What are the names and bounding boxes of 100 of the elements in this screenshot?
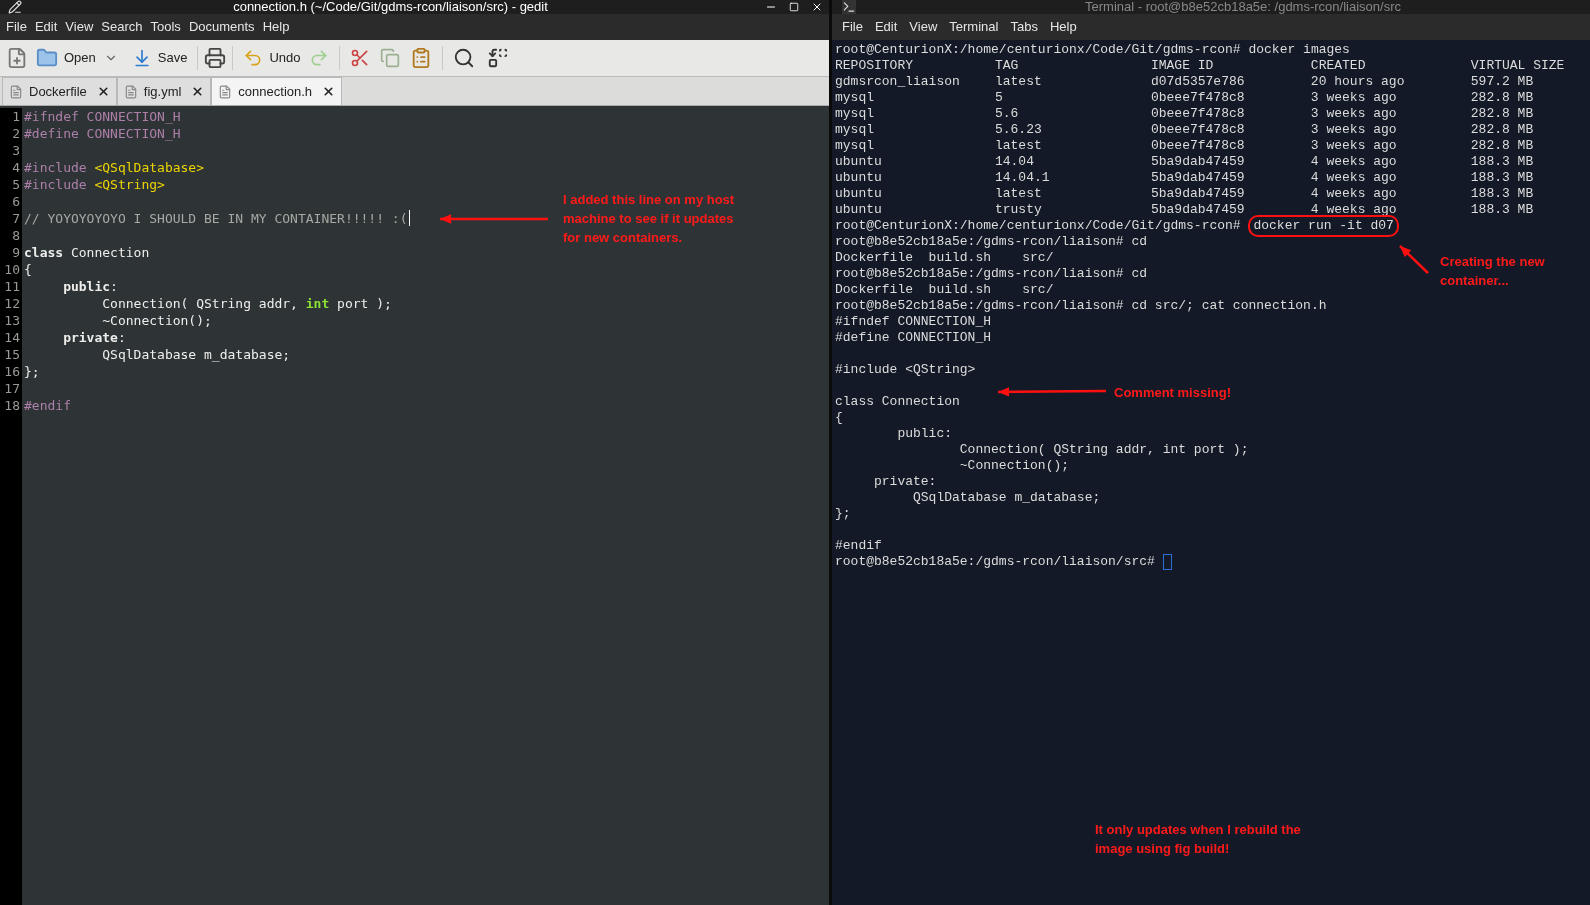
table-cell-text: 5ba9dab47459	[1150, 186, 1246, 202]
table-cell-text: 282.8 MB	[1470, 106, 1535, 122]
code-text: <QString>	[94, 176, 165, 193]
menu-item[interactable]: Help	[258, 17, 294, 37]
line-number: 5	[11, 176, 21, 193]
open-button[interactable]: Open	[32, 43, 100, 73]
menu-item[interactable]: Help	[1043, 17, 1083, 37]
line-number: 18	[3, 397, 21, 414]
code-text: #define CONNECTION_H	[24, 125, 181, 142]
table-cell-text: 0beee7f478c8	[1150, 122, 1246, 138]
column-header: IMAGE ID	[1150, 58, 1215, 74]
menu-item[interactable]: File	[2, 17, 31, 37]
table-cell-text: 14.04	[994, 154, 1035, 170]
table-cell-text: 597.2 MB	[1470, 74, 1535, 90]
folder-icon	[36, 47, 58, 69]
table-cell-text: 3 weeks ago	[1310, 90, 1398, 106]
line-number: 8	[11, 227, 21, 244]
line-number: 11	[3, 278, 21, 295]
undo-button[interactable]: Undo	[239, 43, 305, 73]
code-text: class	[24, 244, 64, 261]
table-cell-text: 3 weeks ago	[1310, 106, 1398, 122]
table-cell-text: 5ba9dab47459	[1150, 202, 1246, 218]
terminal-output: class Connection	[835, 394, 960, 410]
table-cell-text: 0beee7f478c8	[1150, 106, 1246, 122]
table-cell-text: 5.6	[994, 106, 1020, 122]
table-cell-text: mysql	[835, 122, 875, 138]
shell-command: docker run -it d07	[1248, 215, 1399, 237]
print-icon[interactable]	[204, 47, 227, 69]
save-button[interactable]: Save	[127, 43, 192, 73]
search-icon[interactable]	[452, 47, 475, 69]
window-title: Terminal - root@b8e52cb18a5e: /gdms-rcon/liaison/src	[1084, 0, 1402, 14]
document-icon	[123, 84, 138, 99]
shell-prompt: root@b8e52cb18a5e:/gdms-rcon/liaison/src#	[835, 554, 1155, 570]
file-tab[interactable]: Dockerfile	[2, 77, 117, 105]
line-number: 4	[11, 159, 21, 176]
shell-command: cd	[1131, 234, 1148, 250]
new-file-icon[interactable]	[6, 47, 28, 69]
column-header: REPOSITORY	[835, 58, 914, 74]
terminal-output: };	[835, 506, 851, 522]
terminal-output: QSqlDatabase m_database;	[912, 490, 1101, 506]
table-cell-text: 20 hours ago	[1310, 74, 1406, 90]
table-cell-text: mysql	[835, 106, 875, 122]
table-cell-text: 4 weeks ago	[1310, 186, 1398, 202]
table-cell-text: 4 weeks ago	[1310, 154, 1398, 170]
code-text: private	[62, 329, 118, 346]
replace-icon[interactable]	[486, 47, 509, 69]
line-number: 10	[3, 261, 21, 278]
table-cell-text: 0beee7f478c8	[1150, 90, 1246, 106]
cut-icon[interactable]	[349, 48, 370, 68]
file-tab[interactable]: fig.yml	[116, 77, 212, 105]
line-number: 15	[3, 346, 21, 363]
window-title: connection.h (~/Code/Git/gdms-rcon/liaison/src) - gedit	[232, 0, 549, 14]
menu-item[interactable]: File	[836, 17, 869, 37]
table-cell-text: 3 weeks ago	[1310, 122, 1398, 138]
annotation-text: Comment missing!	[1114, 384, 1231, 402]
line-number: 17	[3, 380, 21, 397]
menu-item[interactable]: Edit	[868, 17, 904, 37]
maximize-icon[interactable]	[789, 2, 799, 12]
file-tab[interactable]: connection.h	[211, 77, 343, 105]
terminal-output: Dockerfile build.sh src/	[835, 282, 1054, 298]
shell-prompt: root@b8e52cb18a5e:/gdms-rcon/liaison#	[835, 298, 1124, 314]
table-cell-text: 3 weeks ago	[1310, 138, 1398, 154]
terminal-output: ~Connection();	[958, 458, 1070, 474]
table-cell-text: 5	[994, 90, 1004, 106]
table-cell-text: 188.3 MB	[1470, 154, 1535, 170]
table-cell-text: latest	[994, 74, 1043, 90]
menu-item[interactable]: View	[903, 17, 944, 37]
code-text: public	[62, 278, 111, 295]
menu-item[interactable]: Tools	[146, 17, 185, 37]
table-cell-text: trusty	[994, 202, 1043, 218]
table-cell-text: mysql	[835, 138, 875, 154]
code-text: int	[305, 295, 330, 312]
table-cell-text: 282.8 MB	[1470, 138, 1535, 154]
table-cell-text: 188.3 MB	[1470, 170, 1535, 186]
table-cell-text: mysql	[835, 90, 875, 106]
close-icon[interactable]	[811, 1, 823, 13]
code-text: <QSqlDatabase>	[94, 159, 205, 176]
table-cell-text: 5ba9dab47459	[1150, 170, 1246, 186]
menu-item[interactable]: Edit	[30, 17, 62, 37]
menu-item[interactable]: Documents	[184, 17, 259, 37]
table-cell-text: 4 weeks ago	[1310, 170, 1398, 186]
terminal-output: #endif	[835, 538, 882, 554]
table-cell-text: 282.8 MB	[1470, 90, 1535, 106]
table-cell-text: gdmsrcon_liaison	[835, 74, 961, 90]
menu-item[interactable]: Terminal	[943, 17, 1005, 37]
table-cell-text: 5.6.23	[994, 122, 1043, 138]
annotation-text: It only updates when I rebuild the image using fig build!	[1095, 821, 1301, 858]
line-number: 9	[11, 244, 21, 261]
shell-prompt: root@b8e52cb18a5e:/gdms-rcon/liaison#	[835, 266, 1124, 282]
line-number: 13	[3, 312, 21, 329]
table-cell-text: 188.3 MB	[1470, 202, 1535, 218]
shell-prompt: root@CenturionX:/home/centurionx/Code/Git/gdms-rcon#	[835, 218, 1241, 234]
close-tab-icon[interactable]	[96, 85, 110, 98]
menu-item[interactable]: Search	[97, 17, 147, 37]
shell-prompt: root@CenturionX:/home/centurionx/Code/Git/gdms-rcon#	[835, 42, 1241, 58]
line-number: 6	[11, 193, 21, 210]
menu-item[interactable]: Tabs	[1004, 17, 1044, 37]
table-cell-text: ubuntu	[835, 170, 883, 186]
menu-item[interactable]: View	[61, 17, 98, 37]
table-cell-text: latest	[994, 186, 1043, 202]
